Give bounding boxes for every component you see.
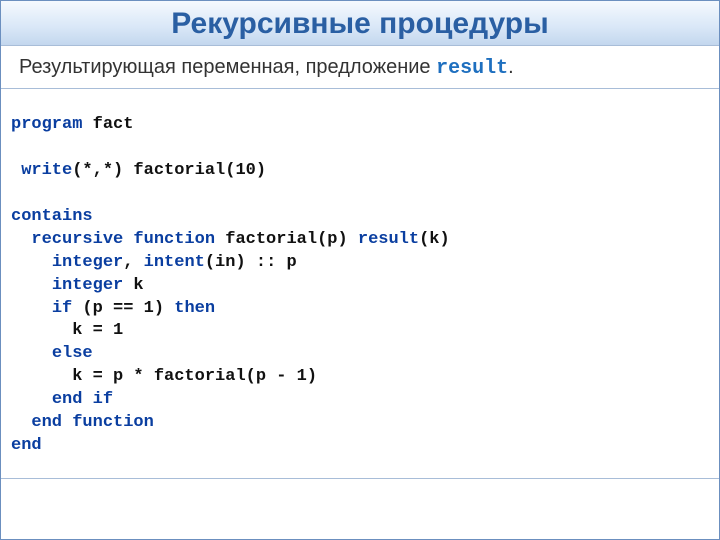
code-text: (*,*) factorial(10) <box>72 161 266 180</box>
slide-header: Рекурсивные процедуры <box>1 1 719 46</box>
code-text: k <box>123 276 143 295</box>
code-kw: write <box>21 161 72 180</box>
code-text: k = 1 <box>72 321 123 340</box>
code-lead <box>11 367 72 386</box>
slide: Рекурсивные процедуры Результирующая пер… <box>0 0 720 540</box>
code-text: (p == 1) <box>72 299 174 318</box>
subtitle-keyword: result <box>436 57 508 80</box>
code-kw: then <box>174 299 215 318</box>
code-kw: integer <box>52 253 123 272</box>
code-kw: contains <box>11 207 93 226</box>
code-kw: end function <box>31 413 153 432</box>
code-text: (in) :: p <box>205 253 297 272</box>
code-kw: integer <box>52 276 123 295</box>
code-lead <box>11 299 52 318</box>
code-kw: recursive function <box>31 230 215 249</box>
code-text: (k) <box>419 230 450 249</box>
code-text: , <box>123 253 143 272</box>
code-kw: else <box>52 344 93 363</box>
code-lead <box>11 230 31 249</box>
code-lead <box>11 161 21 180</box>
slide-title: Рекурсивные процедуры <box>1 7 719 41</box>
code-text: fact <box>82 115 133 134</box>
code-lead <box>11 321 72 340</box>
code-lead <box>11 276 52 295</box>
code-lead <box>11 344 52 363</box>
code-kw: result <box>358 230 419 249</box>
code-block: program fact write(*,*) factorial(10) co… <box>1 106 719 466</box>
code-kw: if <box>52 299 72 318</box>
code-kw: intent <box>144 253 205 272</box>
slide-subtitle: Результирующая переменная, предложение r… <box>1 46 719 89</box>
code-lead <box>11 413 31 432</box>
code-kw: end <box>11 436 42 455</box>
code-text: factorial(p) <box>215 230 358 249</box>
subtitle-suffix: . <box>508 56 514 78</box>
subtitle-text: Результирующая переменная, предложение <box>19 56 436 78</box>
code-kw: program <box>11 115 82 134</box>
code-lead <box>11 253 52 272</box>
bottom-bar <box>1 478 719 539</box>
code-kw: end if <box>52 390 113 409</box>
code-text: k = p * factorial(p - 1) <box>72 367 317 386</box>
code-lead <box>11 390 52 409</box>
